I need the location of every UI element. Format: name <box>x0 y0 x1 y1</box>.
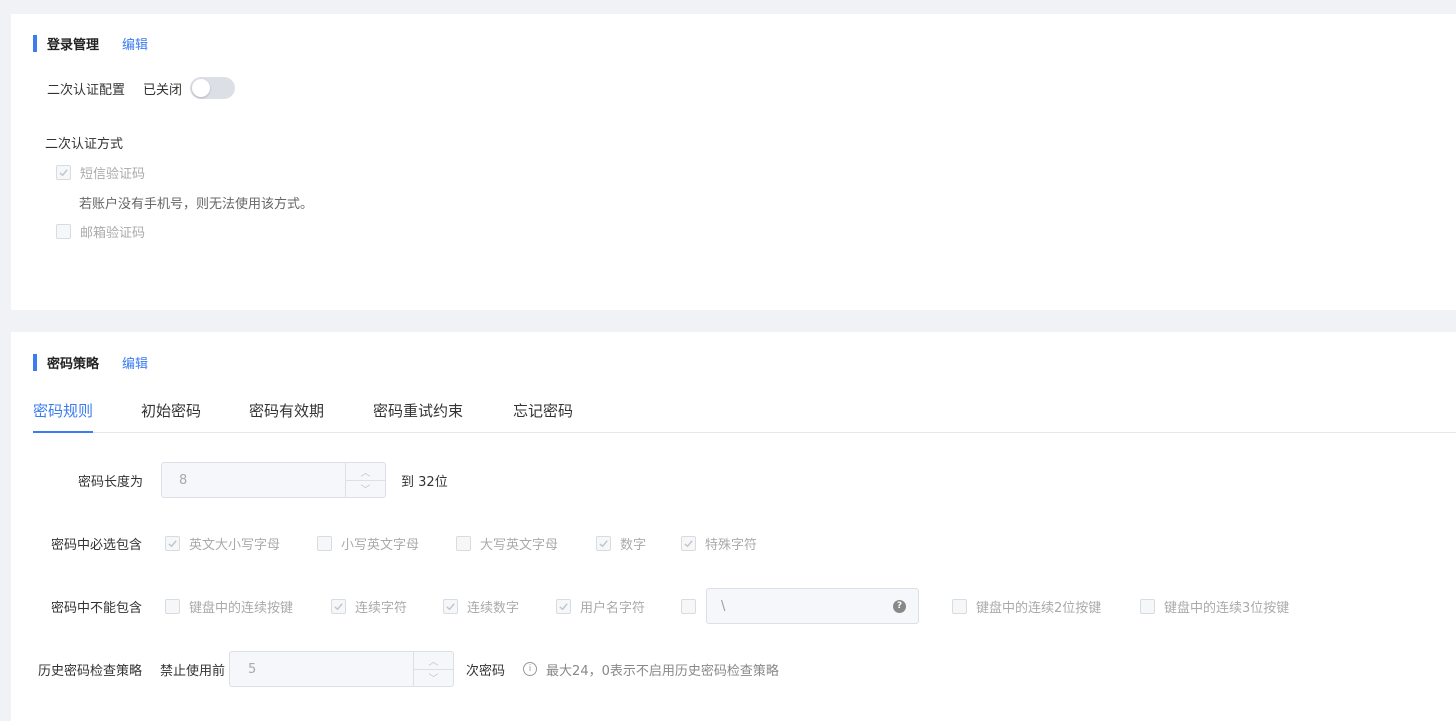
email-label: 邮箱验证码 <box>80 226 146 241</box>
custom-char-value[interactable]: \ <box>721 599 725 614</box>
length-suffix: 到 32位 <box>401 474 448 490</box>
question-icon[interactable]: ? <box>893 599 906 613</box>
custom-char-checkbox[interactable] <box>681 598 696 614</box>
must-option-2[interactable]: 大写英文字母 <box>456 534 559 553</box>
must-option-label: 大写英文字母 <box>480 537 559 553</box>
toggle-knob <box>192 79 211 97</box>
email-checkbox[interactable] <box>56 224 71 239</box>
two-factor-status: 已关闭 <box>143 82 183 98</box>
check-icon <box>446 602 455 610</box>
tab-retry-limit[interactable]: 密码重试约束 <box>373 400 463 433</box>
cannot-checkbox[interactable] <box>331 598 346 614</box>
cannot-extra-option-1[interactable]: 键盘中的连续3位按键 <box>1140 597 1290 616</box>
login-edit-link[interactable]: 编辑 <box>122 34 148 53</box>
chevron-down-icon[interactable]: ﹀ <box>414 670 453 687</box>
cannot-option-label: 连续数字 <box>467 600 520 616</box>
check-icon <box>684 539 693 547</box>
cannot-option-1[interactable]: 连续字符 <box>331 597 408 616</box>
must-checkbox[interactable] <box>317 535 332 551</box>
two-factor-row: 二次认证配置 已关闭 <box>47 77 236 99</box>
must-include-row: 密码中必选包含 <box>51 534 164 553</box>
password-policy-card: 密码策略 编辑 密码规则 初始密码 密码有效期 密码重试约束 忘记密码 密码长度… <box>11 332 1456 721</box>
two-factor-toggle[interactable] <box>190 77 236 99</box>
cannot-include-label: 密码中不能包含 <box>51 600 143 616</box>
must-option-label: 英文大小写字母 <box>189 537 281 553</box>
cannot-checkbox[interactable] <box>952 598 967 614</box>
sms-hint-row: 若账户没有手机号，则无法使用该方式。 <box>79 193 313 212</box>
cannot-option-label: 连续字符 <box>355 600 408 616</box>
must-checkbox[interactable] <box>681 535 696 551</box>
cannot-extra-option-0[interactable]: 键盘中的连续2位按键 <box>952 597 1102 616</box>
tab-forgot-password[interactable]: 忘记密码 <box>513 400 573 433</box>
stepper-buttons: ︿ ﹀ <box>345 463 386 498</box>
history-label: 历史密码检查策略 <box>38 663 143 679</box>
tab-password-rules[interactable]: 密码规则 <box>33 400 94 433</box>
two-factor-method-title: 二次认证方式 <box>45 137 124 152</box>
cannot-checkbox[interactable] <box>556 598 571 614</box>
cannot-include-row: 密码中不能包含 <box>51 597 143 616</box>
must-include-label: 密码中必选包含 <box>51 537 143 553</box>
sms-hint: 若账户没有手机号，则无法使用该方式。 <box>79 197 314 212</box>
email-option[interactable]: 邮箱验证码 <box>56 222 145 241</box>
login-section-header: 登录管理 编辑 <box>33 34 148 53</box>
must-checkbox[interactable] <box>596 535 611 551</box>
check-icon <box>559 602 568 610</box>
sms-checkbox[interactable] <box>56 165 71 180</box>
check-icon <box>599 539 608 547</box>
must-option-label: 特殊字符 <box>705 537 758 553</box>
cannot-option-label: 用户名字符 <box>580 600 646 616</box>
stepper-buttons: ︿ ﹀ <box>413 652 454 687</box>
cannot-option-label: 键盘中的连续2位按键 <box>976 600 1102 616</box>
chevron-up-icon[interactable]: ︿ <box>414 652 454 670</box>
password-tabs: 密码规则 初始密码 密码有效期 密码重试约束 忘记密码 <box>33 396 1456 433</box>
history-suffix: 次密码 <box>466 663 506 679</box>
cannot-checkbox[interactable] <box>165 598 180 614</box>
must-option-4[interactable]: 特殊字符 <box>681 534 758 553</box>
cannot-option-label: 键盘中的连续按键 <box>189 600 294 616</box>
history-hint: 最大24，0表示不启用历史密码检查策略 <box>546 663 779 679</box>
min-length-stepper[interactable]: 8 ︿ ﹀ <box>161 462 387 498</box>
min-length-value[interactable]: 8 <box>162 463 345 497</box>
chevron-down-icon[interactable]: ﹀ <box>346 481 385 498</box>
tab-password-validity[interactable]: 密码有效期 <box>249 400 324 433</box>
two-factor-label: 二次认证配置 <box>47 82 126 98</box>
check-icon <box>334 602 343 610</box>
must-checkbox[interactable] <box>165 535 180 551</box>
password-section-header: 密码策略 编辑 <box>33 353 148 372</box>
must-option-label: 数字 <box>620 537 647 553</box>
length-row: 密码长度为 8 ︿ ﹀ 到 32位 <box>78 462 448 498</box>
cannot-option-3[interactable]: 用户名字符 <box>556 597 646 616</box>
must-option-3[interactable]: 数字 <box>596 534 647 553</box>
cannot-checkbox[interactable] <box>443 598 458 614</box>
history-count-stepper[interactable]: 5 ︿ ﹀ <box>229 651 455 687</box>
history-row: 历史密码检查策略 禁止使用前 5 ︿ ﹀ 次密码 i 最大24，0表示不启用历史… <box>38 651 779 687</box>
cannot-option-label: 键盘中的连续3位按键 <box>1164 600 1290 616</box>
length-label: 密码长度为 <box>78 474 144 490</box>
password-section-title: 密码策略 <box>47 356 100 372</box>
tab-initial-password[interactable]: 初始密码 <box>141 400 201 433</box>
custom-char-input[interactable]: \ ? <box>706 588 919 624</box>
cannot-option-2[interactable]: 连续数字 <box>443 597 520 616</box>
chevron-up-icon[interactable]: ︿ <box>346 463 386 481</box>
login-management-card: 登录管理 编辑 二次认证配置 已关闭 二次认证方式 短信验证码 若账户没有手机号… <box>11 14 1456 310</box>
check-icon <box>59 169 68 177</box>
method-title-row: 二次认证方式 <box>45 133 123 152</box>
check-icon <box>168 539 177 547</box>
section-accent-bar <box>33 34 37 52</box>
info-icon: i <box>523 662 538 676</box>
must-option-label: 小写英文字母 <box>341 537 420 553</box>
must-option-1[interactable]: 小写英文字母 <box>317 534 420 553</box>
sms-option[interactable]: 短信验证码 <box>56 163 145 182</box>
section-accent-bar <box>33 353 37 371</box>
must-option-0[interactable]: 英文大小写字母 <box>165 534 281 553</box>
login-section-title: 登录管理 <box>47 37 100 53</box>
history-count-value[interactable]: 5 <box>230 652 413 686</box>
cannot-checkbox[interactable] <box>1140 598 1155 614</box>
sms-label: 短信验证码 <box>80 167 146 182</box>
cannot-custom-option[interactable] <box>681 597 696 615</box>
history-prefix: 禁止使用前 <box>160 663 226 679</box>
must-checkbox[interactable] <box>456 535 471 551</box>
cannot-option-0[interactable]: 键盘中的连续按键 <box>165 597 294 616</box>
password-edit-link[interactable]: 编辑 <box>122 353 148 372</box>
